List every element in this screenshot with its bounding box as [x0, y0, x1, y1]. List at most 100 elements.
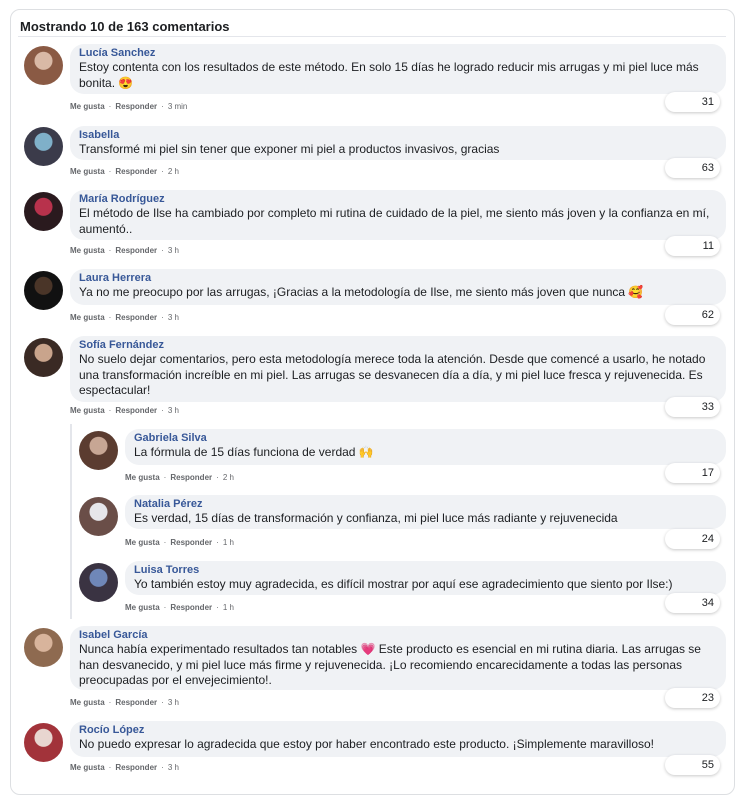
comment-bubble: Laura Herrera Ya no me preocupo por las a… [70, 269, 726, 305]
reply-link[interactable]: Responder [115, 102, 157, 111]
like-count-badge[interactable]: 31 [665, 92, 720, 112]
user-avatar[interactable] [79, 497, 118, 536]
like-count-badge[interactable]: 63 [665, 158, 720, 178]
like-link[interactable]: Me gusta [70, 313, 105, 322]
reply-link[interactable]: Responder [170, 538, 212, 547]
like-link[interactable]: Me gusta [70, 763, 105, 772]
user-avatar[interactable] [79, 431, 118, 470]
comment-actions: Me gusta · Responder · 3 h [70, 406, 179, 415]
comment-timestamp: 3 min [167, 102, 188, 111]
separator-dot: · [161, 167, 164, 176]
comment-author-name[interactable]: Natalia Pérez [134, 497, 716, 511]
separator-dot: · [163, 603, 167, 612]
comment-text-line: bonita. 😍 [79, 75, 134, 90]
like-count-badge[interactable]: 62 [665, 305, 720, 325]
comment-text-line: una transformación increíble en mi piel.… [79, 367, 703, 382]
like-link[interactable]: Me gusta [70, 102, 105, 111]
comment-bubble: Luisa Torres Yo también estoy muy agradec… [125, 561, 726, 595]
comment-text-line: Yo también estoy muy agradecida, es difí… [134, 577, 673, 591]
like-link[interactable]: Me gusta [70, 406, 105, 415]
like-count-badge[interactable]: 17 [665, 463, 720, 483]
separator-dot: · [163, 538, 167, 547]
separator-dot: · [108, 313, 112, 322]
comment-text-line: Estoy contenta con los resultados de est… [79, 60, 699, 74]
comment-text-line: aumentó.. [79, 221, 133, 236]
user-avatar[interactable] [79, 563, 118, 602]
reply-link[interactable]: Responder [115, 698, 157, 707]
comment-text-line: No suelo dejar comentarios, pero esta me… [79, 352, 706, 366]
like-link[interactable]: Me gusta [125, 603, 160, 612]
comment-bubble: Lucía Sanchez Estoy contenta con los resu… [70, 44, 726, 94]
replies-thread-line [70, 424, 72, 619]
comment-text-line: han desvanecido, y mi piel luce más firm… [79, 657, 682, 672]
separator-dot: · [161, 246, 164, 255]
comment-author-name[interactable]: Luisa Torres [134, 563, 716, 577]
reply-link[interactable]: Responder [170, 603, 212, 612]
like-count-badge[interactable]: 55 [665, 755, 720, 775]
comment-author-name[interactable]: Laura Herrera [79, 271, 716, 285]
reply-link[interactable]: Responder [115, 167, 157, 176]
comment-timestamp: 3 h [167, 246, 179, 255]
separator-dot: · [108, 246, 112, 255]
comment-actions: Me gusta · Responder · 3 h [70, 313, 179, 322]
comments-count-heading: Mostrando 10 de 163 comentarios [20, 19, 230, 34]
comment-timestamp: 3 h [167, 406, 179, 415]
like-link[interactable]: Me gusta [70, 246, 105, 255]
like-count-badge[interactable]: 34 [665, 593, 720, 613]
like-link[interactable]: Me gusta [70, 698, 105, 707]
comment-bubble: Sofía Fernández No suelo dejar comentario… [70, 336, 726, 402]
comment-author-name[interactable]: Sofía Fernández [79, 338, 716, 352]
comment-author-name[interactable]: Isabella [79, 128, 716, 142]
comment-timestamp: 2 h [167, 167, 179, 176]
user-avatar[interactable] [24, 628, 63, 667]
comment-author-name[interactable]: María Rodríguez [79, 192, 716, 206]
like-link[interactable]: Me gusta [70, 167, 105, 176]
comment-text-line: El método de Ilse ha cambiado por comple… [79, 206, 710, 220]
comment-bubble: Natalia Pérez Es verdad, 15 días de trans… [125, 495, 726, 529]
comment-actions: Me gusta · Responder · 1 h [125, 538, 234, 547]
like-count-badge[interactable]: 33 [665, 397, 720, 417]
separator-dot: · [108, 167, 112, 176]
user-avatar[interactable] [24, 46, 63, 85]
user-avatar[interactable] [24, 271, 63, 310]
comment-bubble: Isabel García Nunca había experimentado r… [70, 626, 726, 690]
user-avatar[interactable] [24, 127, 63, 166]
comment-timestamp: 1 h [222, 538, 234, 547]
user-avatar[interactable] [24, 338, 63, 377]
comment-timestamp: 2 h [222, 473, 234, 482]
comment-actions: Me gusta · Responder · 3 h [70, 763, 179, 772]
comment-text-line: preocupadas por el envejecimiento!. [79, 673, 272, 687]
user-avatar[interactable] [24, 192, 63, 231]
comment-bubble: Rocío López No puedo expresar lo agradeci… [70, 721, 726, 757]
reply-link[interactable]: Responder [115, 313, 157, 322]
like-link[interactable]: Me gusta [125, 473, 160, 482]
like-count-badge[interactable]: 24 [665, 529, 720, 549]
comment-text-line: Transformé mi piel sin tener que exponer… [79, 142, 500, 156]
separator-dot: · [216, 603, 219, 612]
separator-dot: · [216, 473, 219, 482]
comment-text-line: Nunca había experimentado resultados tan… [79, 642, 701, 656]
user-avatar[interactable] [24, 723, 63, 762]
comment-author-name[interactable]: Rocío López [79, 723, 716, 737]
like-count-badge[interactable]: 23 [665, 688, 720, 708]
separator-dot: · [161, 698, 164, 707]
separator-dot: · [161, 763, 164, 772]
separator-dot: · [108, 406, 112, 415]
reply-link[interactable]: Responder [115, 763, 157, 772]
comment-text-line: La fórmula de 15 días funciona de verdad… [134, 445, 374, 459]
like-count-badge[interactable]: 11 [665, 236, 720, 256]
comment-timestamp: 3 h [167, 698, 179, 707]
comment-author-name[interactable]: Gabriela Silva [134, 431, 716, 445]
comment-author-name[interactable]: Lucía Sanchez [79, 46, 716, 60]
separator-dot: · [161, 406, 164, 415]
comment-author-name[interactable]: Isabel García [79, 628, 716, 642]
comment-bubble: María Rodríguez El método de Ilse ha camb… [70, 190, 726, 240]
reply-link[interactable]: Responder [170, 473, 212, 482]
separator-dot: · [216, 538, 219, 547]
reply-link[interactable]: Responder [115, 246, 157, 255]
separator-dot: · [108, 102, 112, 111]
comment-actions: Me gusta · Responder · 3 h [70, 246, 179, 255]
reply-link[interactable]: Responder [115, 406, 157, 415]
like-link[interactable]: Me gusta [125, 538, 160, 547]
comment-actions: Me gusta · Responder · 3 min [70, 102, 187, 111]
